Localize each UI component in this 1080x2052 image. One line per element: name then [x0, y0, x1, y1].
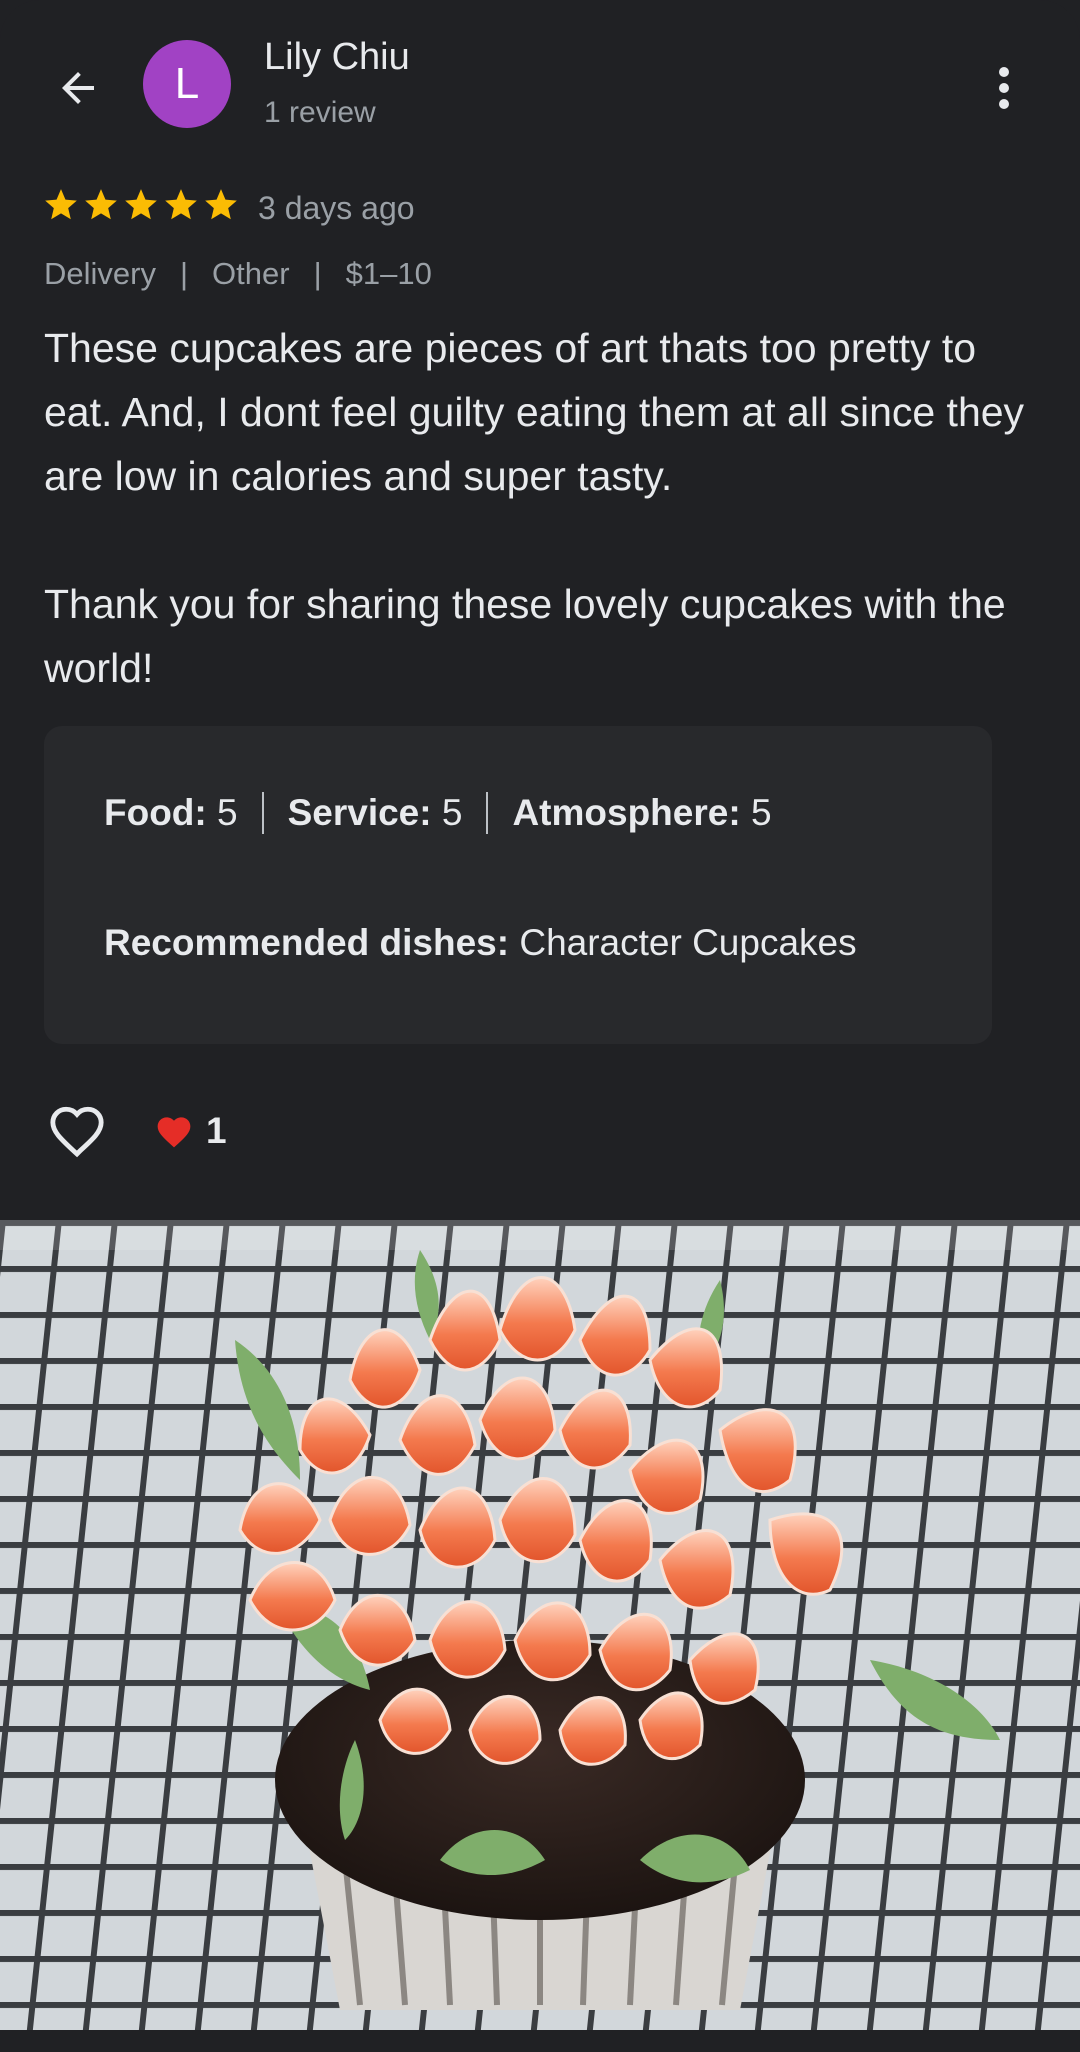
- review-text: These cupcakes are pieces of art thats t…: [44, 316, 1044, 764]
- recommended-label: Recommended dishes:: [104, 922, 510, 963]
- back-button[interactable]: [40, 50, 116, 126]
- atmosphere-label: Atmosphere:: [512, 792, 741, 833]
- cupcake-photo[interactable]: [0, 1220, 1080, 2030]
- review-sheet: L Lily Chiu 1 review 3 days ago Delivery…: [0, 0, 1080, 2052]
- avatar[interactable]: L: [143, 40, 231, 128]
- service-label: Service:: [287, 792, 432, 833]
- service-value: 5: [441, 792, 463, 833]
- like-button[interactable]: [44, 1098, 110, 1164]
- food-value: 5: [217, 792, 238, 833]
- food-label: Food:: [104, 792, 207, 833]
- heart-outline-icon: [50, 1106, 104, 1158]
- reaction-summary[interactable]: 1: [154, 1110, 227, 1152]
- star-rating: [42, 186, 240, 224]
- recommended-dishes: Recommended dishes: Character Cupcakes: [104, 922, 857, 964]
- arrow-back-icon: [62, 72, 94, 104]
- meta-separator: |: [313, 256, 322, 291]
- more-vert-icon: [999, 67, 1009, 109]
- star-icon: [85, 189, 117, 220]
- avatar-letter: L: [174, 59, 200, 108]
- star-icon: [45, 189, 77, 220]
- star-icon: [125, 189, 157, 220]
- meta-meal-type: Other: [212, 256, 290, 291]
- divider: [486, 792, 489, 834]
- more-options-button[interactable]: [980, 50, 1028, 126]
- user-review-count: 1 review: [264, 96, 376, 129]
- review-date: 3 days ago: [258, 190, 415, 226]
- atmosphere-value: 5: [750, 792, 772, 833]
- sub-ratings: Food: 5 Service: 5 Atmosphere: 5: [104, 792, 772, 834]
- review-meta: Delivery | Other | $1–10: [44, 256, 432, 292]
- reaction-count: 1: [206, 1110, 227, 1151]
- photo-illustration: [0, 1220, 1080, 2030]
- divider: [261, 792, 264, 834]
- recommended-value[interactable]: Character Cupcakes: [519, 922, 856, 963]
- bottom-edge: [0, 2030, 1080, 2052]
- review-paragraph: Thank you for sharing these lovely cupca…: [44, 581, 1006, 691]
- review-paragraph: These cupcakes are pieces of art thats t…: [44, 325, 1025, 499]
- ratings-card: Food: 5 Service: 5 Atmosphere: 5 Recomme…: [44, 726, 992, 1044]
- meta-separator: |: [179, 256, 189, 291]
- star-icon: [165, 189, 197, 220]
- star-icon: [205, 189, 237, 220]
- meta-service-type: Delivery: [44, 256, 156, 291]
- meta-price: $1–10: [345, 256, 432, 291]
- red-heart-icon: [157, 1117, 191, 1148]
- user-name[interactable]: Lily Chiu: [264, 36, 410, 79]
